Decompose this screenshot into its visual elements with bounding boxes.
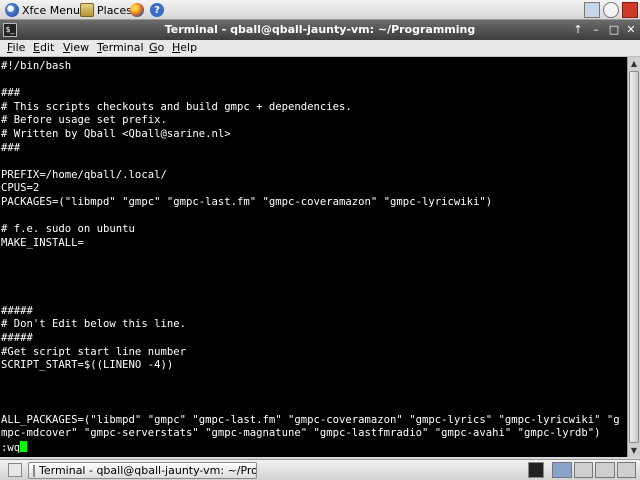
menu-go[interactable]: Go xyxy=(149,41,164,54)
menu-edit[interactable]: Edit xyxy=(33,41,54,54)
tray-terminal-icon[interactable] xyxy=(528,462,544,478)
terminal-icon xyxy=(33,464,35,477)
folder-icon xyxy=(80,3,94,17)
terminal-line: ### xyxy=(1,87,21,100)
terminal-scrollbar[interactable]: ▲ ▼ xyxy=(627,57,640,457)
terminal-line: ### xyxy=(1,141,21,154)
terminal-line: :wq xyxy=(1,440,28,454)
terminal-line: ALL_PACKAGES=("libmpd" "gmpc" "gmpc-last… xyxy=(1,413,620,426)
menu-terminal[interactable]: Terminal xyxy=(97,41,144,54)
bottom-taskbar: Terminal - qball@qball-jaunty-vm: ~/Pro.… xyxy=(0,459,640,480)
terminal-line: SCRIPT_START=$((LINENO -4)) xyxy=(1,359,174,372)
window-title: Terminal - qball@qball-jaunty-vm: ~/Prog… xyxy=(164,23,476,36)
help-launcher[interactable]: ? xyxy=(148,1,166,19)
terminal-line: PREFIX=/home/qball/.local/ xyxy=(1,168,167,181)
workspace-3[interactable] xyxy=(595,462,615,478)
taskbar-terminal-button[interactable]: Terminal - qball@qball-jaunty-vm: ~/Pro.… xyxy=(28,462,257,479)
xfce-menu-button[interactable]: Xfce Menu xyxy=(3,1,82,19)
firefox-icon xyxy=(130,3,144,17)
terminal-line: ##### xyxy=(1,304,33,317)
menu-bar: File Edit View Terminal Go Help xyxy=(0,40,640,57)
taskbar-terminal-label: Terminal - qball@qball-jaunty-vm: ~/Pro.… xyxy=(39,464,257,477)
terminal-line: # f.e. sudo on ubuntu xyxy=(1,223,135,236)
logout-icon[interactable] xyxy=(622,2,638,18)
firefox-launcher[interactable] xyxy=(128,1,146,19)
places-label: Places xyxy=(97,3,132,17)
terminal-line: ##### xyxy=(1,332,33,344)
window-up-icon[interactable]: ↑ xyxy=(571,23,585,37)
places-button[interactable]: Places xyxy=(78,1,134,19)
xfce-menu-label: Xfce Menu xyxy=(22,3,80,17)
terminal-area[interactable]: #!/bin/bash ### # This scripts checkouts a… xyxy=(0,57,627,457)
window-titlebar[interactable]: $_ Terminal - qball@qball-jaunty-vm: ~/P… xyxy=(0,20,640,40)
terminal-line: # Written by Qball <Qball@sarine.nl> xyxy=(1,128,231,140)
scroll-up-arrow-icon[interactable]: ▲ xyxy=(628,57,640,70)
terminal-cursor xyxy=(20,440,28,452)
top-panel: Xfce Menu Places ? xyxy=(0,0,640,20)
scrollbar-thumb[interactable] xyxy=(629,71,639,443)
workspace-4[interactable] xyxy=(616,462,636,478)
workspace-2[interactable] xyxy=(573,462,593,478)
workspace-1[interactable] xyxy=(552,462,572,478)
window-close-icon[interactable]: ✕ xyxy=(624,23,638,37)
workspace-pager[interactable] xyxy=(552,462,636,478)
help-icon: ? xyxy=(150,3,164,17)
show-desktop-icon[interactable] xyxy=(8,463,22,477)
xfce-logo-icon xyxy=(5,3,19,17)
menu-file[interactable]: File xyxy=(7,41,25,54)
clock-icon[interactable] xyxy=(603,2,619,18)
workspace-icon[interactable] xyxy=(584,2,600,18)
terminal-line: PACKAGES=("libmpd" "gmpc" "gmpc-last.fm"… xyxy=(1,196,493,208)
terminal-line: mpc-mdcover" "gmpc-serverstats" "gmpc-ma… xyxy=(1,427,601,440)
menu-view[interactable]: View xyxy=(63,41,89,54)
window-minimize-icon[interactable]: – xyxy=(589,23,603,37)
terminal-line: # Before usage set prefix. xyxy=(1,114,167,127)
terminal-line: # Don't Edit below this line. xyxy=(1,318,186,331)
terminal-line: CPUS=2 xyxy=(1,182,40,195)
terminal-line: #!/bin/bash xyxy=(1,60,72,72)
terminal-line: #Get script start line number xyxy=(1,345,186,358)
scroll-down-arrow-icon[interactable]: ▼ xyxy=(628,444,640,457)
window-maximize-icon[interactable]: □ xyxy=(607,23,621,37)
terminal-line: MAKE_INSTALL= xyxy=(1,236,84,249)
menu-help[interactable]: Help xyxy=(172,41,197,54)
terminal-line: # This scripts checkouts and build gmpc … xyxy=(1,100,352,113)
